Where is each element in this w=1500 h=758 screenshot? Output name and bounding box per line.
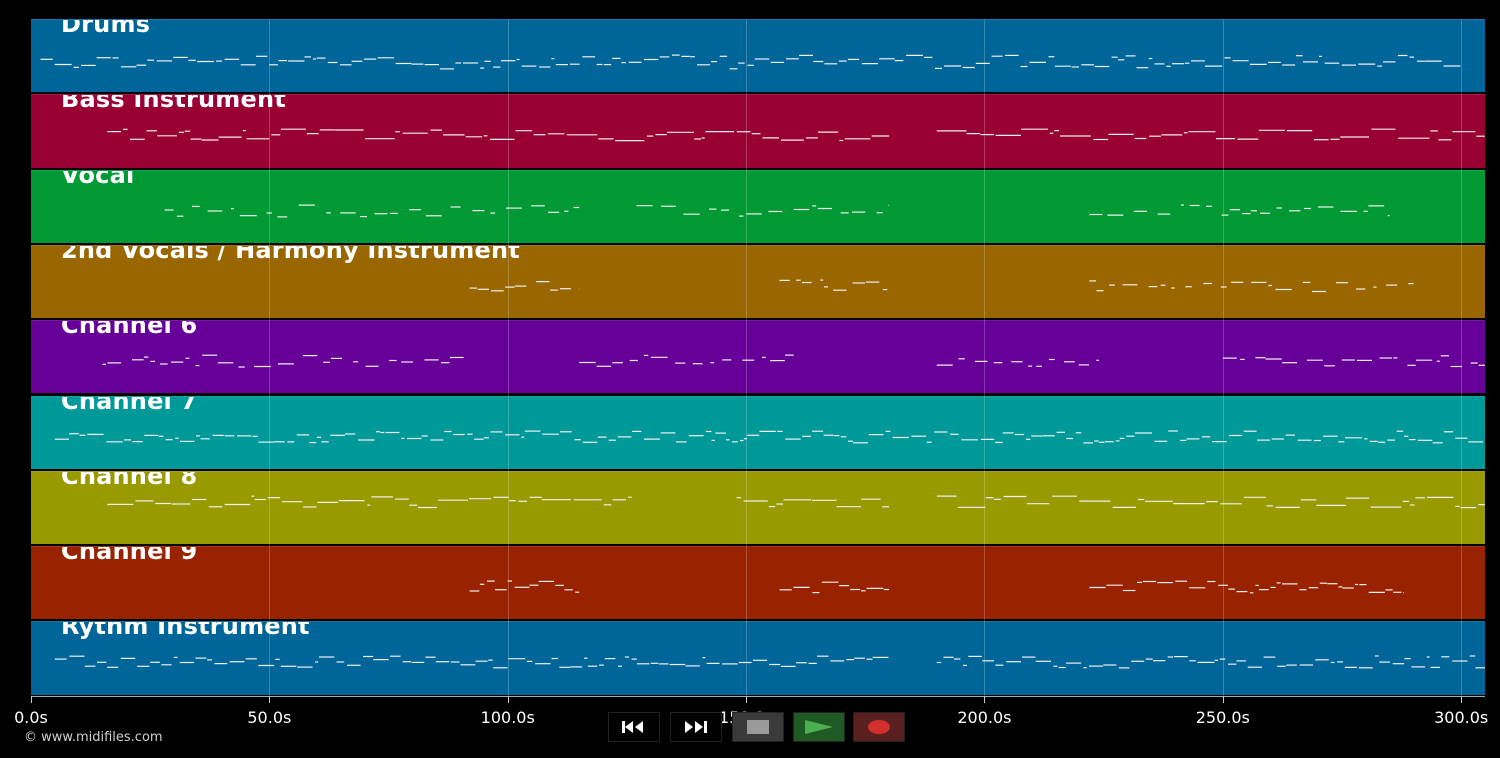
track-lane: Vocal	[31, 169, 1485, 243]
play-button[interactable]	[793, 712, 845, 742]
time-tick-label: 100.0s	[480, 708, 535, 727]
stop-icon	[747, 720, 769, 734]
track-lane: Channel 6	[31, 320, 1485, 394]
time-tick-label: 200.0s	[957, 708, 1012, 727]
time-tick	[507, 696, 509, 703]
time-tick	[1222, 696, 1224, 703]
track-name: Channel 6	[61, 320, 198, 340]
time-tick-label: 300.0s	[1434, 708, 1489, 727]
track-name: Channel 7	[61, 395, 198, 415]
time-tick	[746, 696, 748, 703]
record-button[interactable]	[853, 712, 905, 742]
play-icon	[805, 720, 833, 734]
track-lane: Bass Instrument	[31, 94, 1485, 168]
stop-button[interactable]	[732, 712, 784, 742]
track-name: Bass Instrument	[61, 94, 286, 114]
time-tick	[269, 696, 271, 703]
track-lanes: Drums Bass Instrument Vocal 2nd Vocals / Ha…	[31, 19, 1485, 697]
track-name: Rythm Instrument	[61, 621, 310, 641]
track-name: 2nd Vocals / Harmony Instrument	[61, 244, 520, 264]
track-lane: Rythm Instrument	[31, 621, 1485, 695]
record-icon	[868, 720, 890, 734]
time-tick	[1461, 696, 1463, 703]
track-lane: 2nd Vocals / Harmony Instrument	[31, 244, 1485, 319]
time-tick	[31, 696, 32, 703]
track-lane: Drums	[31, 19, 1485, 93]
track-notes	[107, 495, 1485, 508]
rewind-button[interactable]	[608, 712, 660, 742]
track-notes	[102, 354, 1485, 368]
copyright-notice: © www.midifiles.com	[24, 730, 163, 745]
time-tick-label: 50.0s	[247, 708, 292, 727]
track-name: Channel 8	[61, 470, 198, 490]
time-tick-label: 0.0s	[14, 708, 48, 727]
time-tick-label: 250.0s	[1195, 708, 1250, 727]
fast-forward-icon	[685, 721, 707, 733]
rewind-icon	[622, 721, 643, 733]
track-name: Vocal	[61, 169, 135, 189]
time-tick	[984, 696, 986, 703]
track-name: Drums	[61, 19, 151, 38]
midi-visualizer: Drums Bass Instrument Vocal 2nd Vocals / Ha…	[0, 0, 1500, 758]
track-notes	[40, 54, 1461, 70]
track-notes	[54, 429, 1483, 444]
track-lane: Channel 8	[31, 470, 1485, 545]
transport-controls	[600, 712, 905, 742]
track-notes	[164, 203, 1390, 218]
time-axis	[31, 696, 1485, 697]
track-lane: Channel 9	[31, 546, 1485, 620]
track-lane: Channel 7	[31, 395, 1485, 469]
track-name: Channel 9	[61, 546, 198, 566]
fast-forward-button[interactable]	[670, 712, 722, 742]
track-notes	[469, 580, 1404, 594]
